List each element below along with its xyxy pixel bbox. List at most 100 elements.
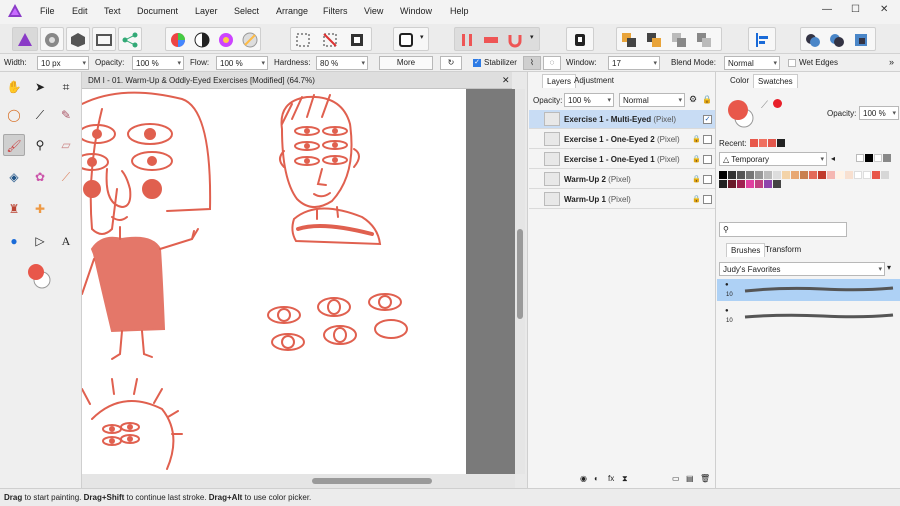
menu-view[interactable]: View xyxy=(364,6,383,16)
fill-stroke-chips-icon[interactable] xyxy=(724,96,758,130)
tab-brushes[interactable]: Brushes xyxy=(726,243,766,257)
brush-category-select[interactable]: Judy's Favorites ▾ xyxy=(719,262,885,276)
force-pixel-icon[interactable] xyxy=(482,31,500,49)
stabilizer-checkbox[interactable]: ✓ xyxy=(473,59,481,67)
swatch[interactable] xyxy=(728,180,736,188)
layer-visibility-checkbox[interactable] xyxy=(703,155,712,164)
blend-mode-select[interactable]: Normal ▾ xyxy=(724,56,780,70)
snapping-icon[interactable] xyxy=(458,31,476,49)
swatch[interactable] xyxy=(818,171,826,179)
lock-icon[interactable]: 🔒 xyxy=(702,95,712,104)
color-picker-icon[interactable]: ⟋ xyxy=(55,166,77,188)
menu-arrange[interactable]: Arrange xyxy=(276,6,308,16)
swatch[interactable] xyxy=(782,171,790,179)
move-tool-icon[interactable]: ➤ xyxy=(29,76,51,98)
swatch[interactable] xyxy=(791,171,799,179)
paint-brush-tool-icon[interactable]: 🖌 xyxy=(3,134,25,156)
layer-visibility-checkbox[interactable] xyxy=(703,135,712,144)
swatch[interactable] xyxy=(764,171,772,179)
swatch[interactable] xyxy=(845,171,853,179)
menu-window[interactable]: Window xyxy=(400,6,432,16)
swatch[interactable] xyxy=(872,171,880,179)
tab-transform[interactable]: Transform xyxy=(761,243,805,257)
window-field[interactable]: 17 ▾ xyxy=(608,56,660,70)
layer-row[interactable]: Exercise 1 - One-Eyed 1 (Pixel) 🔒 xyxy=(529,150,715,169)
swatch[interactable] xyxy=(737,171,745,179)
swatch[interactable] xyxy=(755,171,763,179)
chevron-down-icon[interactable]: ▾ xyxy=(887,263,891,272)
liquify-persona-button[interactable] xyxy=(40,27,64,51)
swatch[interactable] xyxy=(737,180,745,188)
swatch[interactable] xyxy=(827,171,835,179)
lock-icon[interactable]: 🔒 xyxy=(692,175,701,183)
color-chips-icon[interactable] xyxy=(22,260,56,290)
clone-brush-icon[interactable]: ⚲ xyxy=(29,134,51,156)
color-wheel-icon[interactable] xyxy=(169,31,187,49)
color-replace-icon[interactable]: ✿ xyxy=(29,166,51,188)
picked-color-swatch[interactable] xyxy=(773,99,782,108)
palette-menu-icon[interactable]: ◂ xyxy=(831,154,835,163)
crop-tool-icon[interactable]: ⌗ xyxy=(55,76,77,98)
swatch[interactable] xyxy=(836,171,844,179)
recent-swatch[interactable] xyxy=(759,139,767,147)
hardness-field[interactable]: 80 % ▾ xyxy=(316,56,368,70)
swatch[interactable] xyxy=(874,154,882,162)
menu-edit[interactable]: Edit xyxy=(72,6,88,16)
swatch[interactable] xyxy=(746,171,754,179)
layer-visibility-checkbox[interactable] xyxy=(703,195,712,204)
swatch[interactable] xyxy=(746,180,754,188)
white-balance-icon[interactable] xyxy=(241,31,259,49)
document-tab[interactable]: DM I - 01. Warm-Up & Oddly-Eyed Exercise… xyxy=(82,72,512,89)
swatch[interactable] xyxy=(865,154,873,162)
close-icon[interactable]: ✕ xyxy=(880,4,888,15)
rope-mode-button[interactable]: ⌇ xyxy=(523,56,541,70)
menu-file[interactable]: File xyxy=(40,6,55,16)
swatch[interactable] xyxy=(755,180,763,188)
lock-icon[interactable]: 🔒 xyxy=(692,155,701,163)
trash-icon[interactable]: 🗑 xyxy=(700,474,710,483)
hsl-icon[interactable] xyxy=(217,31,235,49)
palette-select[interactable]: △ Temporary ▾ xyxy=(719,152,827,166)
swatch-search-input[interactable]: ⚲ xyxy=(719,222,847,237)
swatch[interactable] xyxy=(773,180,781,188)
menu-select[interactable]: Select xyxy=(234,6,259,16)
swatch[interactable] xyxy=(728,171,736,179)
layer-row[interactable]: Warm-Up 2 (Pixel) 🔒 xyxy=(529,170,715,189)
recent-swatch[interactable] xyxy=(750,139,758,147)
brush-dynamics-button[interactable]: ↻ xyxy=(440,56,462,70)
menu-filters[interactable]: Filters xyxy=(323,6,348,16)
magnet-icon[interactable] xyxy=(506,31,524,49)
opacity-field[interactable]: 100 % ▾ xyxy=(132,56,184,70)
export-persona-button[interactable] xyxy=(118,27,142,51)
assistant-button[interactable] xyxy=(566,27,594,51)
layer-opacity-field[interactable]: 100 % ▾ xyxy=(564,93,614,107)
move-to-back-icon[interactable] xyxy=(620,31,638,49)
brush-item[interactable]: ● 10 xyxy=(717,279,900,301)
contrast-icon[interactable] xyxy=(193,31,211,49)
horizontal-scroll-thumb[interactable] xyxy=(312,478,432,484)
horizontal-scrollbar[interactable] xyxy=(82,474,515,488)
layer-visibility-checkbox[interactable] xyxy=(703,175,712,184)
swatch[interactable] xyxy=(719,171,727,179)
swatch[interactable] xyxy=(719,180,727,188)
burn-tool-icon[interactable]: ♜ xyxy=(3,198,25,220)
window-mode-button[interactable]: ◌ xyxy=(543,56,561,70)
close-document-icon[interactable]: ✕ xyxy=(502,75,510,86)
adjustment-icon[interactable]: ◐ xyxy=(594,474,599,483)
deselect-icon[interactable] xyxy=(321,31,339,49)
layer-blend-select[interactable]: Normal ▾ xyxy=(619,93,685,107)
menu-document[interactable]: Document xyxy=(137,6,178,16)
move-forward-icon[interactable] xyxy=(670,31,688,49)
menu-text[interactable]: Text xyxy=(104,6,121,16)
swatch[interactable] xyxy=(773,171,781,179)
layer-visibility-checkbox[interactable]: ✓ xyxy=(703,115,712,124)
lasso-tool-icon[interactable]: ◯ xyxy=(3,104,25,126)
eraser-tool-icon[interactable]: ▱ xyxy=(55,134,77,156)
swatch[interactable] xyxy=(800,171,808,179)
photo-persona-button[interactable] xyxy=(12,27,38,51)
flood-select-icon[interactable]: ✎ xyxy=(55,104,77,126)
swatch[interactable] xyxy=(881,171,889,179)
layer-row[interactable]: Warm-Up 1 (Pixel) 🔒 xyxy=(529,190,715,209)
recent-swatch[interactable] xyxy=(777,139,785,147)
healing-brush-icon[interactable]: ✚ xyxy=(29,198,51,220)
